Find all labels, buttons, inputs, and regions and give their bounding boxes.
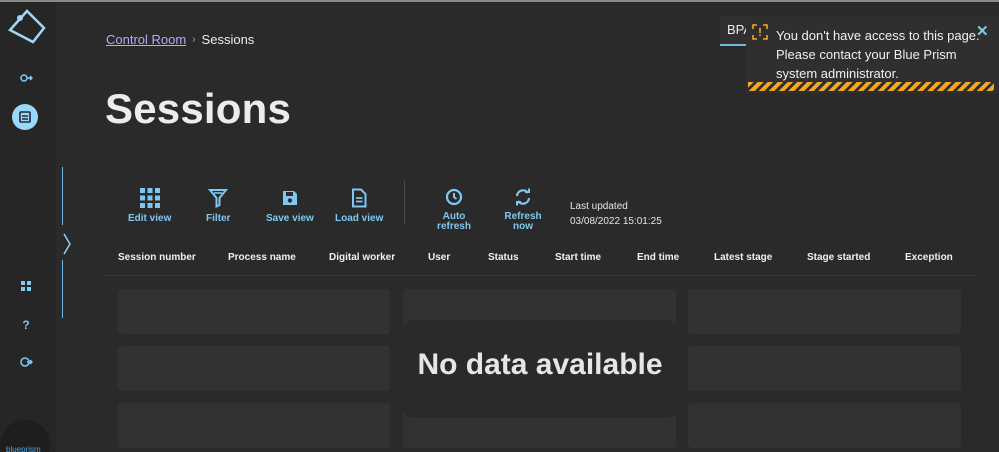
help-icon[interactable]: ? xyxy=(14,313,38,337)
column-digital-worker[interactable]: Digital worker xyxy=(329,252,395,263)
empty-state-message: No data available xyxy=(417,348,663,381)
chevron-right-icon[interactable] xyxy=(62,232,74,256)
skeleton-row xyxy=(688,289,961,334)
blue-prism-logo-icon[interactable] xyxy=(7,8,47,48)
auto-refresh-button[interactable]: Auto refresh xyxy=(437,188,471,232)
filter-button[interactable]: Filter xyxy=(206,188,230,224)
sidebar-divider xyxy=(62,260,63,318)
skeleton-row xyxy=(688,403,961,448)
skeleton-row xyxy=(118,289,390,334)
toast-message: You don't have access to this page. Plea… xyxy=(776,28,980,81)
warning-bracket-icon xyxy=(752,24,768,40)
sidebar: ? blueprism xyxy=(0,2,56,452)
sidebar-divider xyxy=(62,167,63,225)
skeleton-row xyxy=(118,346,390,391)
brand-text: blueprism xyxy=(6,445,41,452)
refresh-now-label: Refresh now xyxy=(504,211,542,232)
column-end-time[interactable]: End time xyxy=(637,252,679,263)
load-view-label: Load view xyxy=(335,213,384,224)
grid-icon xyxy=(139,188,160,208)
edit-view-button[interactable]: Edit view xyxy=(128,188,171,224)
skeleton-row xyxy=(118,403,390,448)
column-process-name[interactable]: Process name xyxy=(228,252,296,263)
auto-refresh-label: Auto refresh xyxy=(437,211,471,232)
close-icon[interactable]: ✕ xyxy=(976,22,989,40)
breadcrumb-control-room-link[interactable]: Control Room xyxy=(106,32,186,47)
load-view-button[interactable]: Load view xyxy=(335,188,383,224)
save-view-button[interactable]: Save view xyxy=(266,188,314,224)
save-view-label: Save view xyxy=(266,213,314,224)
document-icon xyxy=(352,188,367,208)
breadcrumb-current: Sessions xyxy=(201,32,255,47)
last-updated-label: Last updated xyxy=(570,201,628,212)
refresh-icon xyxy=(515,188,531,206)
auto-refresh-icon xyxy=(445,188,463,206)
column-exception[interactable]: Exception xyxy=(905,252,953,263)
save-icon xyxy=(282,191,297,205)
column-start-time[interactable]: Start time xyxy=(555,252,601,263)
toolbar-divider xyxy=(404,180,405,224)
filter-icon xyxy=(208,189,229,208)
breadcrumb-separator: › xyxy=(192,34,196,45)
skeleton-row xyxy=(688,346,961,391)
breadcrumb: Control Room › Sessions xyxy=(106,32,254,47)
sign-out-icon[interactable] xyxy=(14,350,38,374)
column-session-number[interactable]: Session number xyxy=(118,252,196,263)
dashboard-icon[interactable] xyxy=(14,274,38,298)
control-room-icon[interactable] xyxy=(12,104,38,130)
table-header: Session number Process name Digital work… xyxy=(106,252,974,276)
warning-stripe xyxy=(748,82,994,91)
refresh-now-button[interactable]: Refresh now xyxy=(504,188,542,232)
column-stage-started[interactable]: Stage started xyxy=(807,252,870,263)
last-updated-value: 03/08/2022 15:01:25 xyxy=(570,216,662,227)
column-latest-stage[interactable]: Latest stage xyxy=(714,252,772,263)
column-user[interactable]: User xyxy=(428,252,450,263)
last-updated: Last updated 03/08/2022 15:01:25 xyxy=(570,199,662,229)
column-status[interactable]: Status xyxy=(488,252,519,263)
edit-view-label: Edit view xyxy=(128,213,172,224)
processes-icon[interactable] xyxy=(14,66,38,90)
filter-label: Filter xyxy=(206,213,231,224)
page-title: Sessions xyxy=(105,85,292,132)
